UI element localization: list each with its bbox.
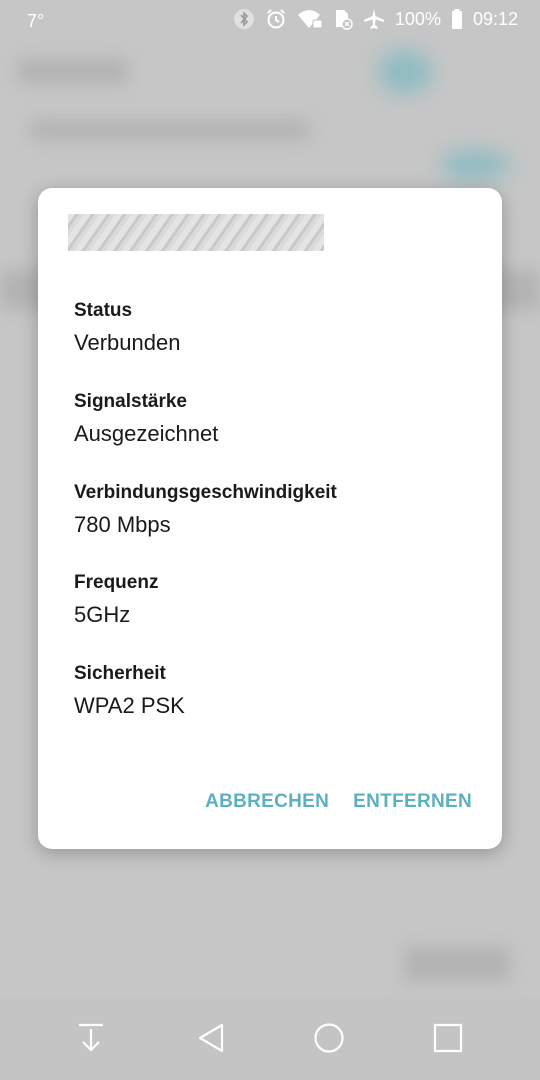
- recents-icon[interactable]: [428, 1018, 468, 1058]
- background-bottom-button: [405, 946, 510, 982]
- navigation-bar: [0, 998, 540, 1080]
- background-line: [30, 120, 310, 140]
- security-field: Sicherheit WPA2 PSK: [74, 662, 474, 721]
- status-field: Status Verbunden: [74, 299, 474, 358]
- security-value: WPA2 PSK: [74, 693, 185, 718]
- link-speed-field: Verbindungsgeschwindigkeit 780 Mbps: [74, 481, 474, 540]
- status-icons: 100% 09:12: [233, 6, 518, 32]
- remove-button[interactable]: ENTFERNEN: [353, 788, 472, 816]
- wifi-lock-icon: [297, 8, 323, 30]
- clock: 09:12: [472, 9, 518, 29]
- background-button: [440, 150, 510, 180]
- wifi-details-dialog: Status Verbunden Signalstärke Ausgezeich…: [38, 188, 502, 849]
- download-icon[interactable]: [71, 1018, 111, 1058]
- frequency-field: Frequenz 5GHz: [74, 571, 474, 630]
- signal-strength-value: Ausgezeichnet: [74, 421, 219, 446]
- bluetooth-icon: [233, 8, 255, 30]
- security-label: Sicherheit: [74, 663, 166, 684]
- frequency-value: 5GHz: [74, 602, 131, 627]
- cancel-button[interactable]: ABBRECHEN: [205, 788, 329, 816]
- signal-strength-field: Signalstärke Ausgezeichnet: [74, 390, 474, 449]
- home-icon[interactable]: [309, 1018, 349, 1058]
- battery-icon: [451, 8, 463, 30]
- link-speed-value: 780 Mbps: [74, 512, 171, 537]
- sim-disabled-icon: [333, 8, 353, 30]
- status-label: Status: [74, 300, 133, 321]
- frequency-label: Frequenz: [74, 572, 159, 593]
- network-name-redacted: [68, 214, 324, 251]
- weather-temperature: 7°: [27, 11, 45, 31]
- alarm-icon: [265, 8, 287, 30]
- signal-strength-label: Signalstärke: [74, 391, 187, 412]
- link-speed-label: Verbindungsgeschwindigkeit: [74, 482, 337, 503]
- background-header: [18, 58, 128, 84]
- battery-percent: 100%: [394, 9, 441, 29]
- status-bar: 7° 100% 09:12: [0, 0, 540, 38]
- back-icon[interactable]: [191, 1018, 231, 1058]
- dialog-actions: ABBRECHEN ENTFERNEN: [205, 788, 472, 816]
- airplane-mode-icon: [363, 8, 385, 30]
- status-value: Verbunden: [74, 330, 181, 355]
- background-toggle: [378, 50, 432, 94]
